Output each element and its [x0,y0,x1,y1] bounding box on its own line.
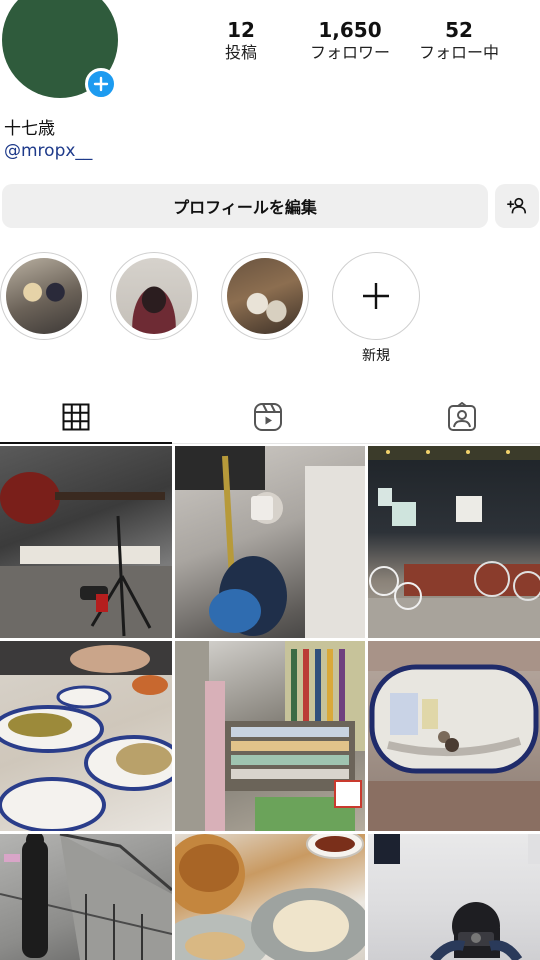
chinese-food-table-photo [0,641,172,831]
highlight-item-2[interactable] [110,252,198,340]
guitar-mirror-selfie-photo [175,446,365,638]
threads-handle-link[interactable]: @mropx__ [4,141,92,161]
staircase-photo [0,834,172,960]
tab-reels[interactable] [178,396,358,438]
new-highlight-label: 新規 [362,348,390,364]
stat-following-value: 52 [445,18,473,42]
post-tile-8[interactable] [175,834,365,960]
post-tile-5[interactable] [175,641,365,831]
stat-posts-label: 投稿 [224,43,257,62]
highlight-table-photo [227,258,303,334]
plus-icon [93,76,109,92]
gyoza-plates-photo [175,834,365,960]
highlight-portrait-photo [116,258,192,334]
new-highlight-button[interactable] [332,252,420,340]
curved-mirror-photo [368,641,540,831]
active-tab-indicator [0,442,172,444]
bicycles-night-photo [368,446,540,638]
post-tile-6[interactable] [368,641,540,831]
highlight-item-3[interactable] [221,252,309,340]
person-add-icon [507,197,527,214]
stat-following[interactable]: 52 フォロー中 [404,18,514,64]
grid-icon [62,403,90,431]
display-name: 十七歳 [4,119,55,139]
highlight-friends-photo [6,258,82,334]
tab-tagged[interactable] [372,396,540,438]
add-story-button[interactable] [85,68,117,100]
post-tile-9[interactable] [368,834,540,960]
plus-icon [363,283,389,309]
tab-posts-grid[interactable] [0,396,166,438]
post-tile-4[interactable] [0,641,172,831]
stat-posts[interactable]: 12 投稿 [186,18,296,64]
stat-posts-value: 12 [227,18,255,42]
tagged-icon [448,402,476,431]
post-tile-2[interactable] [175,446,365,638]
stat-followers[interactable]: 1,650 フォロワー [295,18,405,64]
camera-selfie-photo [374,834,540,960]
suggested-people-button[interactable] [495,184,539,228]
highlight-item-1[interactable] [0,252,88,340]
post-tile-1[interactable] [0,446,172,638]
post-tile-7[interactable] [0,834,172,960]
edit-profile-button[interactable]: プロフィールを編集 [2,184,488,228]
stat-followers-value: 1,650 [318,18,382,42]
guitar-street-photo [0,472,172,638]
record-store-photo [175,641,365,831]
post-tile-3[interactable] [368,446,540,638]
stat-following-label: フォロー中 [418,43,499,62]
reels-icon [254,403,282,431]
stat-followers-label: フォロワー [309,43,390,62]
